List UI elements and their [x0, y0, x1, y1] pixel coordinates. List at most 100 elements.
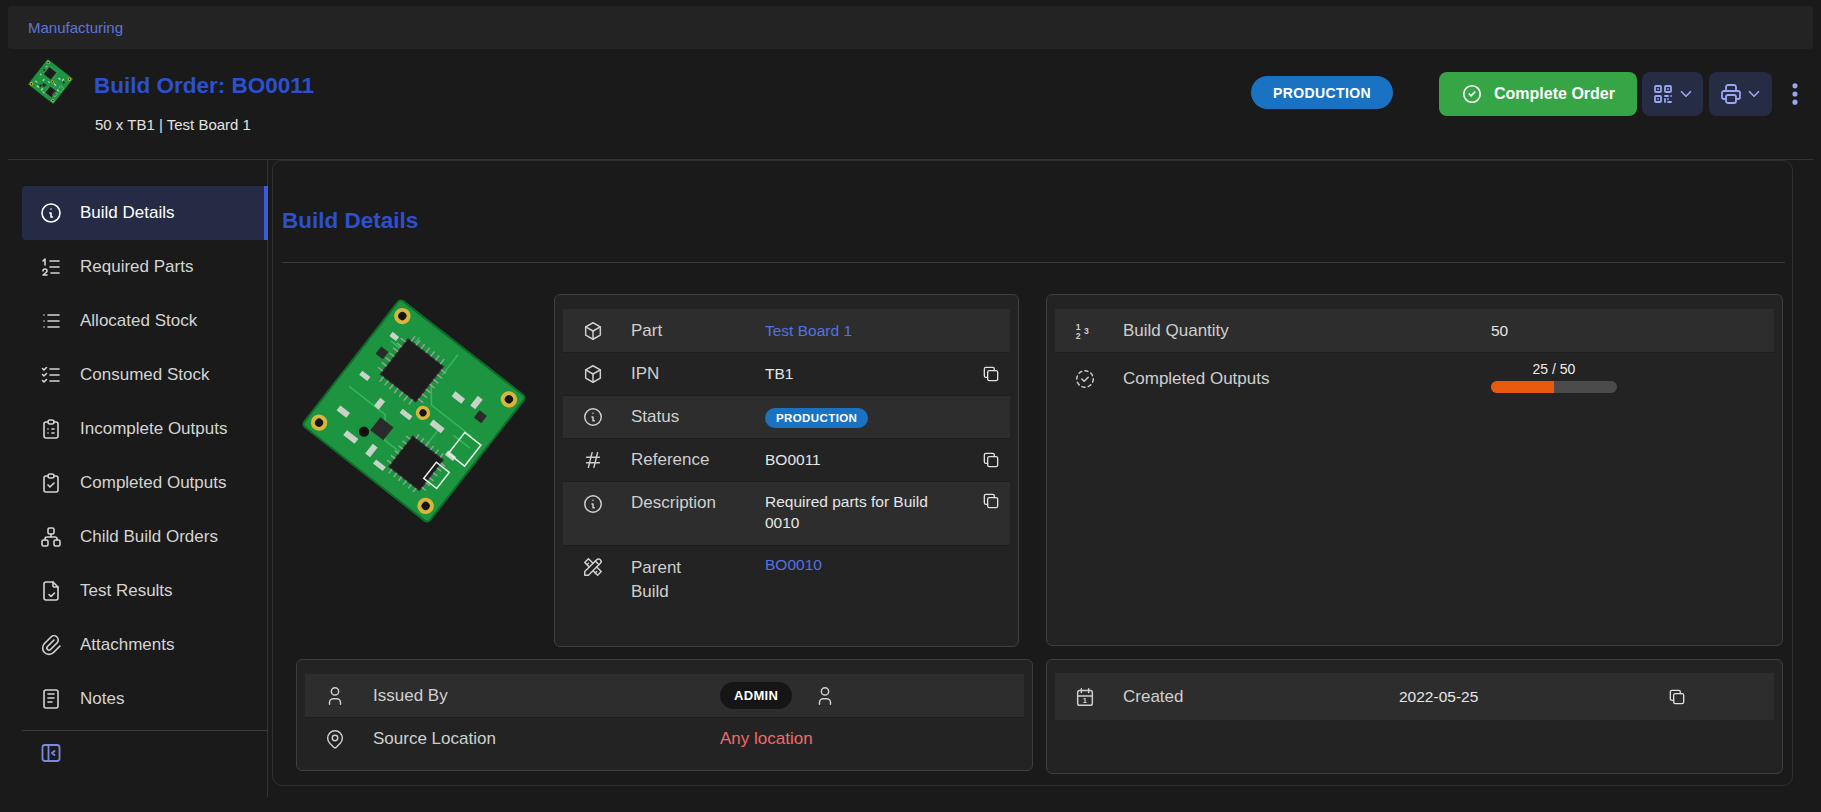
- copy-button[interactable]: [1655, 687, 1699, 707]
- info-circle-icon: [563, 493, 623, 515]
- copy-icon: [981, 491, 1001, 511]
- notes-icon: [39, 687, 63, 711]
- parent-build-link[interactable]: BO0010: [765, 556, 822, 573]
- admin-badge: ADMIN: [720, 682, 792, 709]
- sidebar-item-incomplete-outputs[interactable]: Incomplete Outputs: [22, 402, 268, 456]
- sidebar-item-label: Child Build Orders: [80, 527, 218, 547]
- detail-value: TB1: [757, 365, 969, 383]
- detail-value: Required parts for Build 0010: [757, 491, 939, 533]
- more-actions-button[interactable]: [1781, 78, 1813, 110]
- part-image[interactable]: [289, 269, 539, 553]
- sidebar-item-label: Test Results: [80, 581, 173, 601]
- qr-code-icon: [1651, 82, 1675, 106]
- info-circle-icon: [563, 406, 623, 428]
- circle-check-icon: [1461, 83, 1483, 105]
- sidebar-item-label: Attachments: [80, 635, 175, 655]
- progress-check-icon: [1055, 368, 1115, 390]
- detail-label: Description: [623, 493, 757, 513]
- detail-row-parent-build: Parent Build BO0010: [563, 545, 1010, 629]
- clipboard-list-icon: [39, 417, 63, 441]
- detail-label: Reference: [623, 450, 757, 470]
- status-badge: PRODUCTION: [765, 408, 868, 428]
- sidebar-item-allocated-stock[interactable]: Allocated Stock: [22, 294, 268, 348]
- part-link[interactable]: Test Board 1: [765, 322, 852, 339]
- file-check-icon: [39, 579, 63, 603]
- detail-value: BO0011: [757, 451, 969, 469]
- copy-icon: [1667, 687, 1687, 707]
- detail-label: IPN: [623, 364, 757, 384]
- breadcrumb: Manufacturing: [8, 6, 1813, 49]
- build-details-panel: Build Details Part Test Board 1 IPN TB1 …: [272, 160, 1793, 786]
- clipboard-check-icon: [39, 471, 63, 495]
- sidebar-item-label: Allocated Stock: [80, 311, 197, 331]
- list-numbers-icon: [39, 255, 63, 279]
- copy-icon: [981, 450, 1001, 470]
- copy-button[interactable]: [969, 364, 1013, 384]
- progress-bar: 25 / 50: [1491, 361, 1617, 393]
- sidebar-item-label: Required Parts: [80, 257, 193, 277]
- complete-order-button[interactable]: Complete Order: [1439, 72, 1637, 116]
- list-icon: [39, 309, 63, 333]
- sidebar-item-label: Build Details: [80, 203, 175, 223]
- sitemap-icon: [39, 525, 63, 549]
- detail-label: Created: [1115, 687, 1391, 707]
- sidebar-item-build-details[interactable]: Build Details: [22, 186, 268, 240]
- sidebar-item-label: Notes: [80, 689, 124, 709]
- sidebar-collapse-icon: [39, 741, 63, 765]
- breadcrumb-link-manufacturing[interactable]: Manufacturing: [28, 19, 123, 36]
- list-check-icon: [39, 363, 63, 387]
- copy-icon: [981, 364, 1001, 384]
- sidebar-item-completed-outputs[interactable]: Completed Outputs: [22, 456, 268, 510]
- sidebar-item-attachments[interactable]: Attachments: [22, 618, 268, 672]
- sidebar-item-test-results[interactable]: Test Results: [22, 564, 268, 618]
- copy-button[interactable]: [969, 450, 1013, 470]
- detail-label: Issued By: [365, 686, 712, 706]
- print-actions-button[interactable]: [1709, 72, 1772, 116]
- sidebar-item-required-parts[interactable]: Required Parts: [22, 240, 268, 294]
- sidebar-item-child-build-orders[interactable]: Child Build Orders: [22, 510, 268, 564]
- status-badge: PRODUCTION: [1251, 76, 1393, 109]
- detail-label: Parent Build: [623, 556, 699, 604]
- copy-button[interactable]: [969, 491, 1013, 511]
- detail-row-issued-by: Issued By ADMIN: [305, 674, 1024, 717]
- sidebar-item-label: Consumed Stock: [80, 365, 209, 385]
- progress-label: 25 / 50: [1491, 361, 1617, 377]
- box-icon: [563, 320, 623, 342]
- sidebar-collapse-button[interactable]: [39, 741, 63, 765]
- sidebar-divider: [22, 730, 268, 731]
- page-title: Build Order: BO0011: [94, 73, 314, 99]
- map-pin-icon: [305, 728, 365, 750]
- detail-label: Status: [623, 407, 757, 427]
- hash-icon: [563, 449, 623, 471]
- paperclip-icon: [39, 633, 63, 657]
- user-icon: [814, 685, 836, 707]
- info-circle-icon: [39, 201, 63, 225]
- sidebar-item-label: Completed Outputs: [80, 473, 226, 493]
- build-quantity-card: Build Quantity 50 Completed Outputs 25 /…: [1046, 294, 1783, 646]
- tools-icon: [563, 556, 623, 578]
- sidebar-item-consumed-stock[interactable]: Consumed Stock: [22, 348, 268, 402]
- part-thumbnail[interactable]: [28, 59, 73, 104]
- issued-by-card: Issued By ADMIN Source Location Any loca…: [296, 659, 1033, 771]
- printer-icon: [1719, 82, 1743, 106]
- detail-row-part: Part Test Board 1: [563, 309, 1010, 352]
- build-details-card: Part Test Board 1 IPN TB1 Status PRODUCT…: [554, 294, 1019, 647]
- source-location-value: Any location: [712, 729, 992, 749]
- chevron-down-icon: [1745, 85, 1763, 103]
- detail-row-ipn: IPN TB1: [563, 352, 1010, 395]
- page-header: Build Order: BO0011 50 x TB1 | Test Boar…: [8, 49, 1813, 160]
- detail-value: 50: [1483, 322, 1763, 340]
- box-icon: [563, 363, 623, 385]
- detail-row-description: Description Required parts for Build 001…: [563, 481, 1010, 545]
- sidebar-item-notes[interactable]: Notes: [22, 672, 268, 726]
- detail-row-build-quantity: Build Quantity 50: [1055, 309, 1774, 352]
- detail-row-created: Created 2022-05-25: [1055, 673, 1774, 720]
- barcode-actions-button[interactable]: [1642, 72, 1703, 116]
- detail-label: Part: [623, 321, 757, 341]
- user-icon: [305, 685, 365, 707]
- sidebar-item-label: Incomplete Outputs: [80, 419, 227, 439]
- detail-row-source-location: Source Location Any location: [305, 717, 1024, 760]
- detail-label: Completed Outputs: [1115, 369, 1483, 389]
- detail-label: Source Location: [365, 729, 712, 749]
- detail-label: Build Quantity: [1115, 321, 1483, 341]
